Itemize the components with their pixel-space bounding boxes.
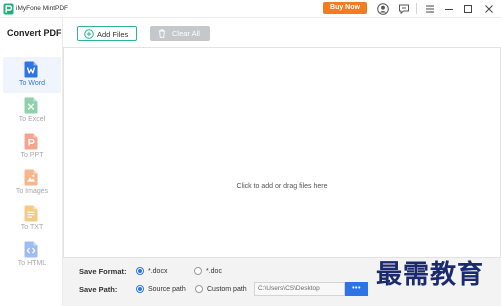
clear-all-button[interactable]: Clear All [150, 26, 210, 41]
plus-circle-icon [84, 29, 94, 39]
source-path-radio[interactable] [136, 285, 144, 293]
word-file-icon [24, 61, 38, 78]
maximize-icon[interactable] [462, 3, 474, 15]
mintpdf-window: iMyFone MintPDF Buy Now Convert PDF To W… [0, 0, 501, 306]
sidebar-item-label: To Excel [18, 115, 46, 123]
browse-path-button[interactable]: ••• [345, 282, 368, 296]
ppt-file-icon [24, 133, 38, 150]
sidebar-item-label: To Images [15, 187, 49, 195]
minimize-icon[interactable] [443, 3, 455, 15]
sidebar-item-to-txt[interactable]: To TXT [3, 201, 61, 237]
sidebar-heading: Convert PDF [7, 28, 62, 38]
source-path-label[interactable]: Source path [148, 285, 186, 294]
format-doc-label[interactable]: *.doc [206, 267, 222, 276]
account-icon[interactable] [377, 3, 389, 15]
excel-file-icon [24, 97, 38, 114]
menu-icon[interactable] [424, 3, 436, 15]
save-path-label: Save Path: [79, 284, 118, 294]
sidebar-item-to-excel[interactable]: To Excel [3, 93, 61, 129]
trash-icon [158, 29, 166, 38]
format-docx-radio[interactable] [136, 267, 144, 275]
watermark: 最需教育 [376, 259, 485, 289]
save-format-label: Save Format: [79, 266, 127, 276]
sidebar-item-label: To TXT [20, 223, 44, 231]
sidebar-item-to-word[interactable]: To Word [3, 57, 61, 93]
feedback-icon[interactable] [398, 3, 410, 15]
output-path-field[interactable]: C:\Users\CS\Desktop [254, 282, 345, 296]
custom-path-label[interactable]: Custom path [207, 285, 247, 294]
sidebar-item-to-ppt[interactable]: To PPT [3, 129, 61, 165]
drop-zone-hint: Click to add or drag files here [236, 182, 328, 190]
custom-path-radio[interactable] [195, 285, 203, 293]
close-icon[interactable] [483, 3, 495, 15]
buy-now-button[interactable]: Buy Now [323, 2, 367, 14]
sidebar-item-to-html[interactable]: To HTML [3, 237, 61, 273]
add-files-button[interactable]: Add Files [77, 26, 137, 41]
sidebar-item-label: To PPT [20, 151, 44, 159]
format-doc-radio[interactable] [194, 267, 202, 275]
format-docx-label[interactable]: *.docx [148, 267, 167, 276]
file-drop-zone[interactable] [63, 47, 501, 258]
sidebar-item-to-images[interactable]: To Images [3, 165, 61, 201]
txt-file-icon [24, 205, 38, 222]
add-files-label: Add Files [97, 29, 129, 39]
html-file-icon [24, 241, 38, 258]
clear-all-label: Clear All [172, 29, 200, 38]
titlebar-divider [416, 3, 417, 14]
app-title: iMyFone MintPDF [16, 5, 69, 12]
sidebar-item-label: To HTML [17, 259, 47, 267]
image-file-icon [24, 169, 38, 186]
app-logo-icon [3, 3, 14, 15]
sidebar-item-label: To Word [19, 79, 45, 87]
